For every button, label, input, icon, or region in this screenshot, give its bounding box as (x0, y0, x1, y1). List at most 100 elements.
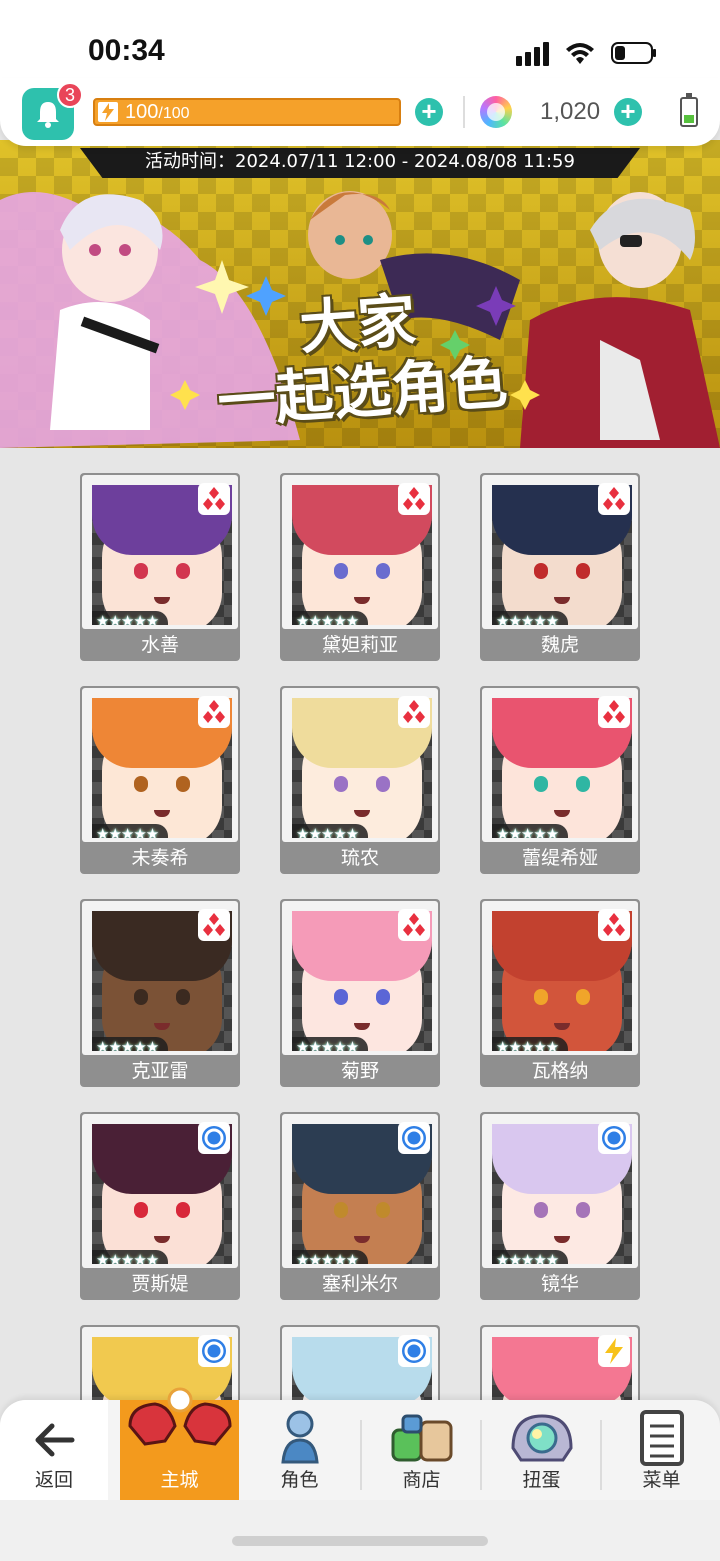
circle-icon (598, 1122, 630, 1154)
nav-menu-label: 菜单 (642, 1469, 681, 1491)
shop-bag-icon (391, 1414, 452, 1462)
back-arrow-icon (35, 1423, 75, 1457)
circle-icon (398, 1335, 430, 1367)
portrait-eye (334, 563, 348, 579)
portrait-eye (534, 1202, 548, 1218)
status-time: 00:34 (88, 34, 165, 67)
nav-character[interactable]: 角色 (240, 1400, 359, 1500)
resource-header: 3 100/100 + 1,020 + (0, 78, 720, 146)
diamond-icon (598, 696, 630, 728)
portrait-eye (134, 1202, 148, 1218)
character-card[interactable]: ★★★★★ 水善 (80, 473, 240, 661)
portrait-eye (134, 563, 148, 579)
banner-title: 大家 一起选角色 (186, 278, 535, 437)
portrait-eye (534, 563, 548, 579)
wifi-icon (566, 43, 594, 64)
add-energy-button[interactable]: + (415, 98, 443, 126)
bottom-nav: 返回 主城 角色 商店 扭蛋 菜单 (0, 1387, 720, 1500)
character-card[interactable]: ★★★★★ 蕾缇希娅 (480, 686, 640, 874)
energy-current: 100 (125, 101, 159, 123)
signal-icon (516, 42, 549, 66)
menu-list-icon (639, 1410, 684, 1466)
character-card[interactable]: ★★★★★ 琉农 (280, 686, 440, 874)
portrait-eye (376, 776, 390, 792)
star-icons: ★★★★★ (496, 825, 559, 838)
portrait-eye (534, 989, 548, 1005)
nav-shop[interactable]: 商店 (362, 1400, 481, 1500)
rarity-stars: ★★★★★ (492, 611, 569, 625)
divider (463, 96, 465, 128)
rarity-stars: ★★★★★ (292, 1037, 369, 1051)
portrait-eye (334, 1202, 348, 1218)
star-icons: ★★★★★ (496, 1251, 559, 1264)
diamond-icon (198, 483, 230, 515)
star-icons: ★★★★★ (96, 825, 159, 838)
rarity-stars: ★★★★★ (292, 611, 369, 625)
diamond-icon (598, 909, 630, 941)
card-frame: ★★★★★ (82, 688, 238, 842)
character-name: 镜华 (540, 1273, 579, 1295)
event-banner[interactable]: 活动时间：2024.07/11 12:00 - 2024.08/08 11:59… (0, 140, 720, 448)
character-card[interactable]: ★★★★★ 克亚雷 (80, 899, 240, 1087)
rarity-stars: ★★★★★ (92, 1037, 169, 1051)
rarity-stars: ★★★★★ (492, 1250, 569, 1264)
gacha-orb-icon (510, 1414, 573, 1462)
diamond-icon (398, 696, 430, 728)
star-icons: ★★★★★ (296, 825, 359, 838)
home-indicator[interactable] (232, 1536, 488, 1546)
character-card[interactable]: ★★★★★ 瓦格纳 (480, 899, 640, 1087)
character-card[interactable]: ★★★★★ 魏虎 (480, 473, 640, 661)
portrait-eye (176, 989, 190, 1005)
card-frame: ★★★★★ (482, 901, 638, 1055)
notification-badge: 3 (57, 82, 83, 108)
circle-icon (398, 1122, 430, 1154)
character-name: 未奏希 (131, 847, 189, 869)
card-frame: ★★★★★ (482, 1114, 638, 1268)
rarity-stars: ★★★★★ (492, 1037, 569, 1051)
card-frame: ★★★★★ (282, 475, 438, 629)
circle-icon (198, 1122, 230, 1154)
status-bar: 00:34 (0, 0, 720, 85)
portrait-eye (176, 563, 190, 579)
star-icons: ★★★★★ (296, 612, 359, 625)
character-card[interactable]: ★★★★★ 未奏希 (80, 686, 240, 874)
gem-count: 1,020 (540, 98, 601, 125)
character-name: 魏虎 (540, 634, 579, 656)
bottom-safe-area (0, 1500, 720, 1561)
nav-back[interactable]: 返回 (0, 1400, 108, 1500)
character-card[interactable]: ★★★★★ 菊野 (280, 899, 440, 1087)
energy-value: 100/100 (125, 101, 190, 124)
portrait-eye (576, 776, 590, 792)
character-card[interactable]: ★★★★★ 镜华 (480, 1112, 640, 1300)
character-name: 水善 (140, 634, 179, 656)
rarity-stars: ★★★★★ (492, 824, 569, 838)
portrait-eye (334, 776, 348, 792)
energy-bar: 100/100 (93, 98, 401, 126)
portrait-eye (376, 563, 390, 579)
character-card[interactable]: ★★★★★ 塞利米尔 (280, 1112, 440, 1300)
character-icon (280, 1410, 319, 1464)
star-icons: ★★★★★ (96, 1251, 159, 1264)
card-frame: ★★★★★ (282, 901, 438, 1055)
card-frame: ★★★★★ (482, 688, 638, 842)
character-card[interactable]: ★★★★★ 黛妲莉亚 (280, 473, 440, 661)
character-card[interactable]: ★★★★★ 贾斯媞 (80, 1112, 240, 1300)
portrait-eye (176, 1202, 190, 1218)
nav-gacha[interactable]: 扭蛋 (482, 1400, 601, 1500)
star-icons: ★★★★★ (496, 1038, 559, 1051)
add-gem-button[interactable]: + (614, 98, 642, 126)
bell-icon (37, 102, 59, 128)
card-frame: ★★★★★ (82, 901, 238, 1055)
card-frame: ★★★★★ (82, 475, 238, 629)
star-icons: ★★★★★ (296, 1038, 359, 1051)
character-name: 贾斯媞 (131, 1273, 189, 1295)
nav-home[interactable]: 主城 (120, 1387, 239, 1500)
portrait-eye (576, 989, 590, 1005)
portrait-eye (376, 989, 390, 1005)
card-frame: ★★★★★ (282, 688, 438, 842)
nav-menu[interactable]: 菜单 (602, 1400, 720, 1500)
diamond-icon (398, 483, 430, 515)
lightning-icon (98, 102, 118, 122)
battery-icon (680, 93, 698, 127)
portrait-eye (134, 776, 148, 792)
